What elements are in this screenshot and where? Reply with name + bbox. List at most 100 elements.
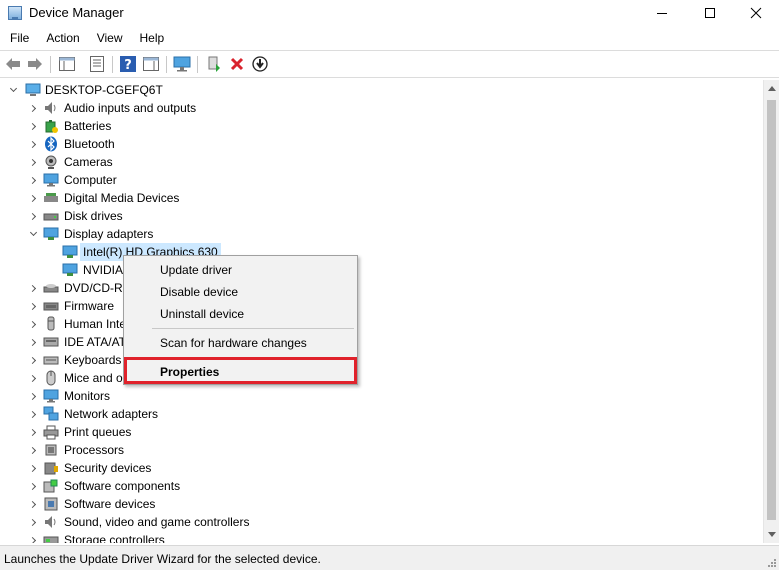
menu-file[interactable]: File <box>0 28 36 48</box>
chevron-right-icon[interactable] <box>29 321 37 329</box>
tree-category[interactable]: Monitors <box>0 387 760 405</box>
tree-category[interactable]: Computer <box>0 171 760 189</box>
chevron-right-icon[interactable] <box>29 519 37 527</box>
tree-category-label: Monitors <box>64 389 111 403</box>
chevron-right-icon[interactable] <box>29 285 37 293</box>
chevron-right-icon[interactable] <box>29 375 37 383</box>
tree-category[interactable]: Software components <box>0 477 760 495</box>
chevron-right-icon[interactable] <box>29 411 37 419</box>
tree-category[interactable]: Bluetooth <box>0 135 760 153</box>
red-x-icon <box>230 57 244 71</box>
tree-category[interactable]: Digital Media Devices <box>0 189 760 207</box>
tree-category[interactable]: Audio inputs and outputs <box>0 99 760 117</box>
scrollbar-thumb[interactable] <box>767 100 776 520</box>
chevron-right-icon[interactable] <box>29 195 37 203</box>
tree-category-label: Mice and o <box>64 371 123 385</box>
tree-category[interactable]: Processors <box>0 441 760 459</box>
menu-action[interactable]: Action <box>36 28 86 48</box>
tree-category-label: Digital Media Devices <box>64 191 180 205</box>
show-hide-console-tree-button[interactable] <box>58 55 76 73</box>
uninstall-device-button[interactable] <box>228 55 246 73</box>
minimize-button[interactable] <box>639 0 685 26</box>
chevron-down-icon[interactable] <box>9 86 17 94</box>
tree-category[interactable]: Human Inte <box>0 315 760 333</box>
menu-scan-hardware[interactable]: Scan for hardware changes <box>160 336 307 350</box>
back-button[interactable] <box>4 55 22 73</box>
menu-view[interactable]: View <box>87 28 130 48</box>
menu-help[interactable]: Help <box>130 28 172 48</box>
tree-category[interactable]: Keyboards <box>0 351 760 369</box>
tree-category[interactable]: Display adapters <box>0 225 760 243</box>
chevron-right-icon[interactable] <box>29 447 37 455</box>
tree-category[interactable]: Batteries <box>0 117 760 135</box>
tree-category[interactable]: Storage controllers <box>0 531 760 543</box>
tree-category[interactable]: Disk drives <box>0 207 760 225</box>
chevron-right-icon[interactable] <box>29 177 37 185</box>
action-pane-icon <box>143 57 159 71</box>
tree-category-label: Cameras <box>64 155 113 169</box>
chevron-right-icon[interactable] <box>29 393 37 401</box>
chevron-right-icon[interactable] <box>29 213 37 221</box>
scroll-down-button[interactable] <box>764 526 779 543</box>
scan-hardware-button[interactable] <box>173 55 191 73</box>
chevron-right-icon[interactable] <box>29 123 37 131</box>
battery-icon <box>43 118 59 134</box>
scroll-up-button[interactable] <box>764 80 779 97</box>
resize-grip-icon[interactable] <box>767 558 777 568</box>
tree-device[interactable]: NVIDIA <box>0 261 760 279</box>
menu-disable-device[interactable]: Disable device <box>160 285 238 299</box>
tree-category[interactable]: Sound, video and game controllers <box>0 513 760 531</box>
forward-button[interactable] <box>26 55 44 73</box>
toolbar-separator <box>166 56 167 73</box>
window-title: Device Manager <box>29 5 124 20</box>
menu-update-driver[interactable]: Update driver <box>160 263 232 277</box>
chevron-right-icon[interactable] <box>29 501 37 509</box>
processor-icon <box>43 442 59 458</box>
storage-icon <box>43 532 59 543</box>
back-arrow-icon <box>6 58 20 70</box>
network-icon <box>43 406 59 422</box>
monitor-icon <box>43 172 59 188</box>
enable-device-button[interactable] <box>251 55 269 73</box>
tree-category[interactable]: Network adapters <box>0 405 760 423</box>
action-pane-button[interactable] <box>142 55 160 73</box>
minimize-icon <box>657 12 667 14</box>
chevron-right-icon[interactable] <box>29 429 37 437</box>
tree-category[interactable]: Security devices <box>0 459 760 477</box>
help-button[interactable]: ? <box>119 55 137 73</box>
menu-uninstall-device[interactable]: Uninstall device <box>160 307 244 321</box>
tree-category[interactable]: Firmware <box>0 297 760 315</box>
tree-category[interactable]: IDE ATA/ATA <box>0 333 760 351</box>
tree-root[interactable]: DESKTOP-CGEFQ6T <box>0 81 300 99</box>
chevron-right-icon[interactable] <box>29 159 37 167</box>
media-device-icon <box>43 190 59 206</box>
svg-text:?: ? <box>124 58 132 72</box>
chevron-right-icon[interactable] <box>29 357 37 365</box>
update-driver-button[interactable] <box>205 55 223 73</box>
maximize-button[interactable] <box>687 0 733 26</box>
chevron-right-icon[interactable] <box>29 483 37 491</box>
chevron-down-icon[interactable] <box>29 230 37 238</box>
tree-device[interactable]: Intel(R) HD Graphics 630 <box>0 243 760 261</box>
tree-category[interactable]: Software devices <box>0 495 760 513</box>
list-view-button[interactable] <box>88 55 106 73</box>
chevron-right-icon[interactable] <box>29 303 37 311</box>
tree-category-label: Network adapters <box>64 407 159 421</box>
vertical-scrollbar[interactable] <box>763 80 779 543</box>
chevron-right-icon[interactable] <box>29 339 37 347</box>
tree-category[interactable]: Cameras <box>0 153 760 171</box>
disk-drive-icon <box>43 208 59 224</box>
firmware-icon <box>43 298 59 314</box>
close-button[interactable] <box>733 0 779 26</box>
chevron-right-icon[interactable] <box>29 465 37 473</box>
tree-category[interactable]: Print queues <box>0 423 760 441</box>
tree-category[interactable]: Mice and o <box>0 369 760 387</box>
monitor-icon <box>43 388 59 404</box>
toolbar: ? <box>0 50 779 78</box>
chevron-up-icon <box>768 86 776 91</box>
chevron-right-icon[interactable] <box>29 105 37 113</box>
tree-category[interactable]: DVD/CD-RC <box>0 279 760 297</box>
ide-icon <box>43 334 59 350</box>
chevron-right-icon[interactable] <box>29 141 37 149</box>
chevron-right-icon[interactable] <box>29 537 37 543</box>
